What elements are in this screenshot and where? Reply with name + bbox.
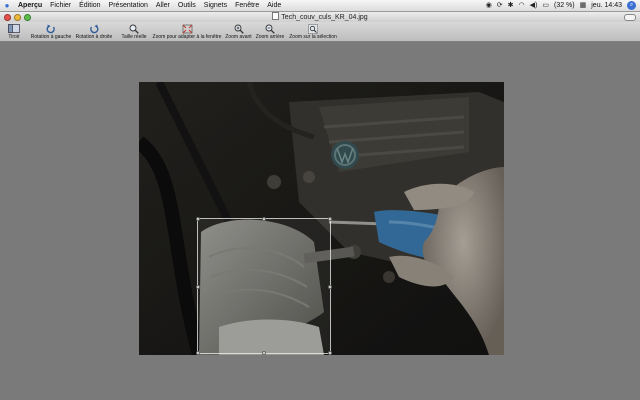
toolbar-toggle-button[interactable]	[624, 14, 636, 21]
volume-icon[interactable]: ◀)	[530, 0, 538, 11]
selection-handle-left[interactable]	[196, 285, 200, 289]
selection-handle-right[interactable]	[328, 285, 332, 289]
menu-window[interactable]: Fenêtre	[231, 0, 263, 11]
bluetooth-icon[interactable]: ✱	[508, 0, 514, 11]
window-controls	[0, 13, 31, 21]
actual-size-magnifier-icon	[129, 23, 139, 34]
zoom-in-icon	[234, 23, 244, 34]
selection-rectangle[interactable]	[196, 217, 332, 355]
battery-icon[interactable]: ▭	[542, 0, 549, 11]
window-title-text: Tech_couv_culs_KR_04.jpg	[281, 14, 368, 21]
menu-help[interactable]: Aide	[263, 0, 285, 11]
rotate-right-icon	[89, 23, 99, 34]
zoom-out-button[interactable]: Zoom arrière	[255, 22, 285, 40]
rotate-left-icon	[46, 23, 56, 34]
drawer-button[interactable]: Tiroir	[4, 22, 24, 40]
selection-handle-top-left[interactable]	[196, 217, 200, 221]
drawer-icon	[8, 23, 20, 34]
document-proxy-icon[interactable]	[272, 12, 280, 20]
zoom-to-selection-label: Zoom sur la sélection	[289, 34, 337, 40]
menu-bookmarks[interactable]: Signets	[200, 0, 231, 11]
toolbar: Tiroir Rotation à gauche Rotation à droi…	[0, 22, 640, 42]
menu-bar: ● Aperçu Fichier Édition Présentation Al…	[0, 0, 640, 12]
zoom-out-label: Zoom arrière	[255, 34, 285, 40]
zoom-out-icon	[265, 23, 275, 34]
rotate-left-button[interactable]: Rotation à gauche	[30, 22, 72, 40]
menu-view[interactable]: Présentation	[105, 0, 152, 11]
rotate-left-label: Rotation à gauche	[30, 34, 72, 40]
zoom-in-label: Zoom avant	[225, 34, 252, 40]
document-view[interactable]	[0, 42, 640, 400]
zoom-to-fit-button[interactable]: Zoom pour adapter à la fenêtre	[152, 22, 222, 40]
selection-handle-top-right[interactable]	[328, 217, 332, 221]
drawer-label: Tiroir	[8, 34, 20, 40]
selection-handle-bottom-left[interactable]	[196, 351, 200, 355]
actual-size-button[interactable]: Taille réelle	[120, 22, 148, 40]
battery-percentage: (32 %)	[554, 2, 575, 9]
menu-go[interactable]: Aller	[152, 0, 174, 11]
rotate-right-button[interactable]: Rotation à droite	[74, 22, 114, 40]
spotlight-icon[interactable]: ⌕	[627, 1, 636, 10]
menu-edit[interactable]: Édition	[75, 0, 104, 11]
selection-handle-top[interactable]	[262, 217, 266, 221]
sync-icon[interactable]: ⟳	[497, 0, 503, 11]
input-menu-flag-icon[interactable]: ▦	[580, 0, 587, 11]
zoom-button[interactable]	[24, 13, 31, 21]
zoom-to-fit-icon	[182, 23, 193, 34]
apple-menu-icon[interactable]: ●	[0, 1, 14, 10]
actual-size-label: Taille réelle	[121, 34, 147, 40]
user-status-icon[interactable]: ◉	[486, 0, 492, 11]
wifi-icon[interactable]: ◠	[519, 0, 525, 11]
zoom-to-selection-icon	[308, 23, 318, 34]
menu-file[interactable]: Fichier	[46, 0, 75, 11]
menu-app-name[interactable]: Aperçu	[14, 0, 46, 11]
menu-status-area: ◉ ⟳ ✱ ◠ ◀) ▭ (32 %) ▦ jeu. 14:43 ⌕	[486, 0, 640, 11]
window-title-bar[interactable]: Tech_couv_culs_KR_04.jpg	[0, 12, 640, 22]
zoom-to-selection-button[interactable]: Zoom sur la sélection	[288, 22, 338, 40]
selection-handle-bottom-right[interactable]	[328, 351, 332, 355]
selection-handle-bottom[interactable]	[262, 351, 266, 355]
menu-clock[interactable]: jeu. 14:43	[591, 0, 622, 11]
zoom-to-fit-label: Zoom pour adapter à la fenêtre	[152, 34, 222, 40]
rotate-right-label: Rotation à droite	[75, 34, 113, 40]
minimize-button[interactable]	[14, 13, 21, 21]
zoom-in-button[interactable]: Zoom avant	[225, 22, 252, 40]
menu-tools[interactable]: Outils	[174, 0, 200, 11]
close-button[interactable]	[4, 13, 11, 21]
